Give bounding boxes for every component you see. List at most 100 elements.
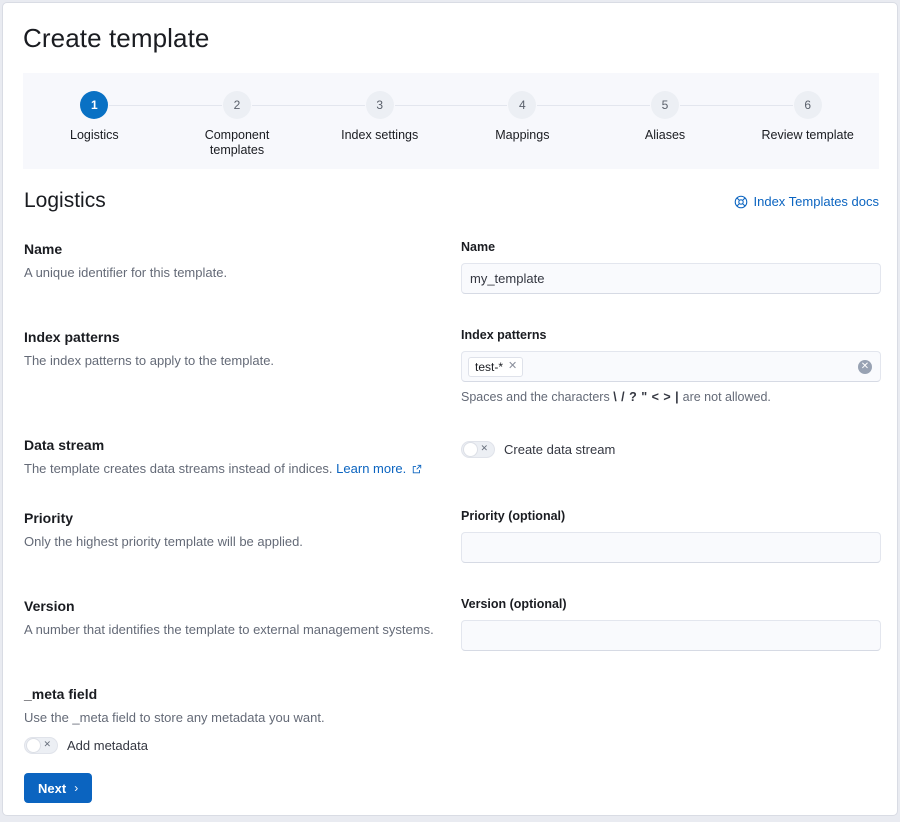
- index-patterns-description: The index patterns to apply to the templ…: [24, 351, 444, 370]
- step-label: Component templates: [182, 128, 292, 158]
- version-description-block: Version A number that identifies the tem…: [24, 596, 444, 639]
- step-label: Index settings: [341, 128, 418, 143]
- index-pattern-pill-label: test-*: [475, 360, 503, 374]
- step-connector-right: [252, 105, 308, 106]
- form-row-data-stream: Data stream The template creates data st…: [23, 435, 879, 513]
- learn-more-label: Learn more.: [336, 461, 406, 476]
- stepper-step-logistics[interactable]: 1 Logistics: [23, 91, 166, 143]
- stepper-step-mappings[interactable]: 4 Mappings: [451, 91, 594, 143]
- index-patterns-help-before: Spaces and the characters: [461, 390, 610, 404]
- form-row-index-patterns: Index patterns The index patterns to app…: [23, 327, 879, 432]
- wizard-stepper: 1 Logistics 2 Component templates 3 Inde…: [23, 73, 879, 169]
- data-stream-description-text: The template creates data streams instea…: [24, 461, 333, 476]
- create-data-stream-toggle[interactable]: ✕: [461, 441, 495, 458]
- close-icon[interactable]: ✕: [508, 361, 517, 372]
- clear-circle-icon[interactable]: ✕: [858, 360, 872, 374]
- index-patterns-combobox[interactable]: test-* ✕ ✕: [461, 351, 881, 382]
- next-button-label: Next: [38, 781, 66, 796]
- step-number-badge: 2: [223, 91, 251, 119]
- data-stream-learn-more-link[interactable]: Learn more.: [336, 461, 406, 476]
- index-patterns-forbidden-chars: \ / ? " < > |: [613, 390, 679, 404]
- version-title: Version: [24, 596, 444, 616]
- index-patterns-help-after: are not allowed.: [683, 390, 771, 404]
- index-patterns-input-label: Index patterns: [461, 327, 881, 343]
- stepper-step-component-templates[interactable]: 2 Component templates: [166, 91, 309, 158]
- add-metadata-toggle-row: ✕ Add metadata: [24, 737, 444, 754]
- data-stream-title: Data stream: [24, 435, 444, 455]
- meta-field-title: _meta field: [24, 684, 444, 704]
- version-input-label: Version (optional): [461, 596, 881, 612]
- form-row-name: Name A unique identifier for this templa…: [23, 239, 879, 329]
- priority-field-block: Priority (optional): [461, 508, 881, 563]
- priority-description: Only the highest priority template will …: [24, 532, 444, 551]
- close-icon: ✕: [43, 741, 51, 750]
- step-connector-right: [537, 105, 593, 106]
- form-row-meta-field: _meta field Use the _meta field to store…: [23, 684, 879, 764]
- form-row-priority: Priority Only the highest priority templ…: [23, 508, 879, 593]
- index-patterns-field-block: Index patterns test-* ✕ ✕ Spaces and the…: [461, 327, 881, 406]
- name-input-value: my_template: [470, 271, 544, 286]
- section-title: Logistics: [24, 189, 106, 213]
- meta-field-description-block: _meta field Use the _meta field to store…: [24, 684, 444, 754]
- version-input[interactable]: [461, 620, 881, 651]
- form-row-version: Version A number that identifies the tem…: [23, 596, 879, 681]
- name-title: Name: [24, 239, 444, 259]
- step-connector-right: [109, 105, 165, 106]
- stepper-step-index-settings[interactable]: 3 Index settings: [308, 91, 451, 143]
- step-connector-left: [594, 105, 650, 106]
- page-title: Create template: [23, 23, 209, 54]
- stepper-step-aliases[interactable]: 5 Aliases: [594, 91, 737, 143]
- index-templates-docs-link[interactable]: Index Templates docs: [734, 194, 880, 209]
- section-header: Logistics Index Templates docs: [23, 189, 879, 219]
- priority-title: Priority: [24, 508, 444, 528]
- name-field-block: Name my_template: [461, 239, 881, 294]
- step-connector-right: [680, 105, 736, 106]
- step-number-badge: 1: [80, 91, 108, 119]
- step-label: Mappings: [495, 128, 549, 143]
- name-input-label: Name: [461, 239, 881, 255]
- index-pattern-pill[interactable]: test-* ✕: [468, 357, 523, 377]
- add-metadata-label: Add metadata: [67, 738, 148, 753]
- step-connector-left: [736, 105, 792, 106]
- step-label: Logistics: [70, 128, 119, 143]
- next-button[interactable]: Next ›: [24, 773, 92, 803]
- priority-input[interactable]: [461, 532, 881, 563]
- step-number-badge: 4: [508, 91, 536, 119]
- add-metadata-toggle[interactable]: ✕: [24, 737, 58, 754]
- stepper-step-review-template[interactable]: 6 Review template: [736, 91, 879, 143]
- data-stream-toggle-block: ✕ Create data stream: [461, 435, 881, 458]
- data-stream-description: The template creates data streams instea…: [24, 459, 444, 478]
- step-connector-left: [451, 105, 507, 106]
- version-field-block: Version (optional): [461, 596, 881, 651]
- data-stream-description-block: Data stream The template creates data st…: [24, 435, 444, 478]
- docs-link-label: Index Templates docs: [754, 194, 880, 209]
- toggle-knob: [26, 738, 41, 753]
- step-connector-right: [395, 105, 451, 106]
- priority-input-label: Priority (optional): [461, 508, 881, 524]
- chevron-right-icon: ›: [74, 781, 78, 795]
- step-label: Aliases: [645, 128, 685, 143]
- step-number-badge: 6: [794, 91, 822, 119]
- step-label: Review template: [761, 128, 853, 143]
- index-patterns-description-block: Index patterns The index patterns to app…: [24, 327, 444, 370]
- meta-field-description: Use the _meta field to store any metadat…: [24, 708, 444, 727]
- external-link-icon[interactable]: [412, 464, 422, 474]
- step-connector-left: [308, 105, 364, 106]
- create-data-stream-label: Create data stream: [504, 442, 615, 457]
- index-patterns-title: Index patterns: [24, 327, 444, 347]
- name-description-block: Name A unique identifier for this templa…: [24, 239, 444, 282]
- name-description: A unique identifier for this template.: [24, 263, 444, 282]
- step-number-badge: 3: [366, 91, 394, 119]
- version-description: A number that identifies the template to…: [24, 620, 444, 639]
- name-input[interactable]: my_template: [461, 263, 881, 294]
- step-connector-left: [166, 105, 222, 106]
- wizard-footer: Next ›: [24, 773, 92, 803]
- help-circle-icon: [734, 195, 748, 209]
- create-data-stream-toggle-row: ✕ Create data stream: [461, 441, 881, 458]
- close-icon: ✕: [480, 445, 488, 454]
- toggle-knob: [463, 442, 478, 457]
- priority-description-block: Priority Only the highest priority templ…: [24, 508, 444, 551]
- create-template-panel: Create template 1 Logistics 2 Component …: [2, 2, 898, 816]
- step-number-badge: 5: [651, 91, 679, 119]
- index-patterns-help-text: Spaces and the characters \ / ? " < > | …: [461, 389, 881, 406]
